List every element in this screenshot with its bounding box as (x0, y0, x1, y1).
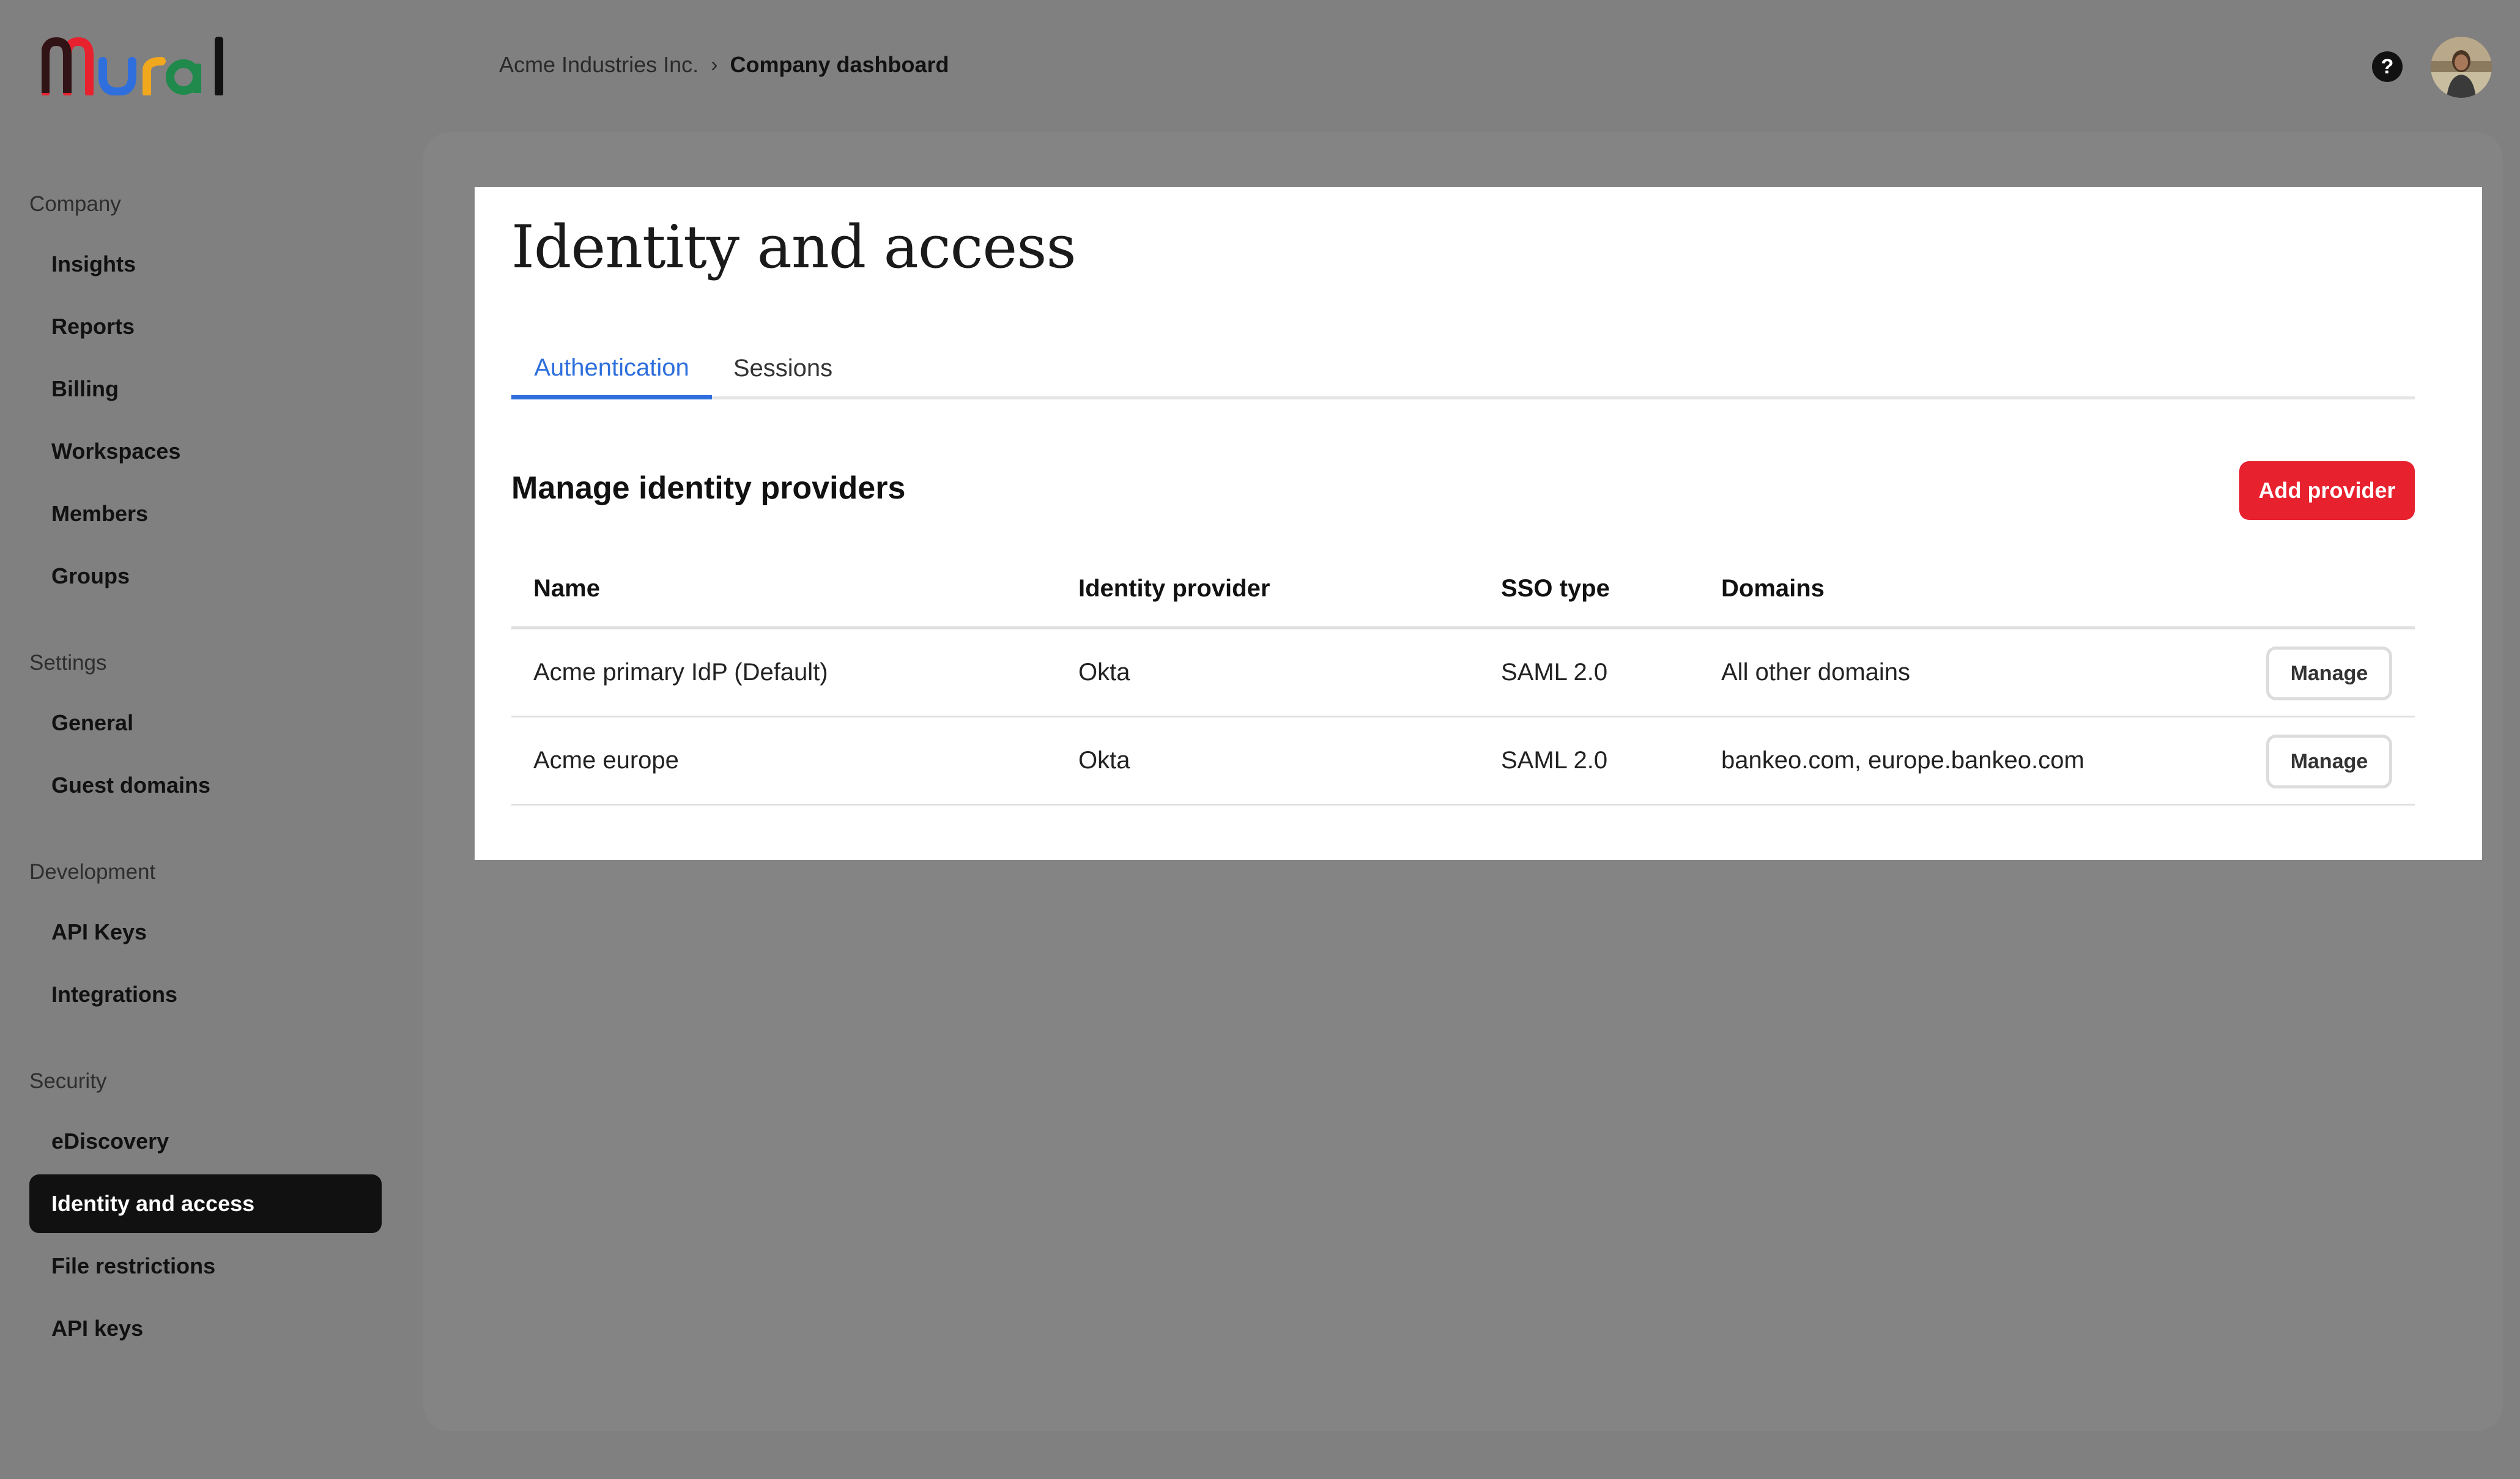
row-name: Acme primary IdP (Default) (533, 659, 828, 686)
row-name: Acme europe (533, 747, 679, 774)
sidebar-item-integrations[interactable]: Integrations (29, 965, 382, 1024)
sidebar-item-guest-domains[interactable]: Guest domains (29, 756, 382, 815)
manage-button[interactable]: Manage (2266, 647, 2392, 700)
avatar-image (2431, 37, 2492, 98)
tab-authentication[interactable]: Authentication (511, 340, 712, 399)
tab-bar: Authentication Sessions (511, 340, 2415, 399)
column-header-sso-type: SSO type (1501, 574, 1610, 602)
breadcrumb: Acme Industries Inc. › Company dashboard (499, 50, 949, 80)
page-title: Identity and access (511, 213, 1077, 281)
identity-providers-table: Name Identity provider SSO type Domains … (511, 550, 2415, 806)
column-header-name: Name (533, 574, 600, 602)
tab-sessions[interactable]: Sessions (724, 340, 842, 396)
row-sso-type: SAML 2.0 (1501, 747, 1608, 774)
breadcrumb-parent-link[interactable]: Acme Industries Inc. (499, 52, 699, 78)
mural-logo[interactable] (41, 36, 229, 97)
sidebar-item-workspaces[interactable]: Workspaces (29, 422, 382, 481)
sidebar-item-identity-and-access[interactable]: Identity and access (29, 1174, 382, 1233)
help-icon[interactable]: ? (2372, 51, 2403, 82)
user-avatar[interactable] (2431, 37, 2492, 98)
sidebar-item-api-keys-security[interactable]: API keys (29, 1299, 382, 1358)
breadcrumb-current: Company dashboard (730, 52, 949, 77)
table-row: Acme primary IdP (Default) Okta SAML 2.0… (511, 629, 2415, 717)
row-domains: All other domains (1721, 659, 1911, 686)
column-header-identity-provider: Identity provider (1078, 574, 1270, 602)
sidebar-section-settings: Settings (29, 651, 107, 675)
table-header: Name Identity provider SSO type Domains (511, 550, 2415, 629)
mural-logo-icon (41, 36, 223, 97)
chevron-right-icon: › (711, 53, 718, 76)
sidebar-item-insights[interactable]: Insights (29, 235, 382, 294)
table-row: Acme europe Okta SAML 2.0 bankeo.com, eu… (511, 717, 2415, 806)
section-heading: Manage identity providers (511, 470, 906, 506)
row-identity-provider: Okta (1078, 747, 1130, 774)
sidebar-item-general[interactable]: General (29, 694, 382, 752)
row-sso-type: SAML 2.0 (1501, 659, 1608, 686)
sidebar-item-billing[interactable]: Billing (29, 360, 382, 418)
row-identity-provider: Okta (1078, 659, 1130, 686)
add-provider-button[interactable]: Add provider (2239, 461, 2415, 520)
sidebar-item-api-keys-dev[interactable]: API Keys (29, 903, 382, 962)
manage-button[interactable]: Manage (2266, 735, 2392, 788)
sidebar-item-groups[interactable]: Groups (29, 547, 382, 606)
sidebar-item-file-restrictions[interactable]: File restrictions (29, 1237, 382, 1296)
sidebar-item-reports[interactable]: Reports (29, 297, 382, 356)
sidebar-section-company: Company (29, 192, 121, 216)
identity-access-card: Identity and access Authentication Sessi… (475, 187, 2482, 860)
sidebar-section-development: Development (29, 860, 156, 884)
row-domains: bankeo.com, europe.bankeo.com (1721, 747, 2085, 774)
column-header-domains: Domains (1721, 574, 1825, 602)
sidebar-item-members[interactable]: Members (29, 484, 382, 543)
sidebar-item-ediscovery[interactable]: eDiscovery (29, 1112, 382, 1171)
sidebar-section-security: Security (29, 1069, 107, 1093)
